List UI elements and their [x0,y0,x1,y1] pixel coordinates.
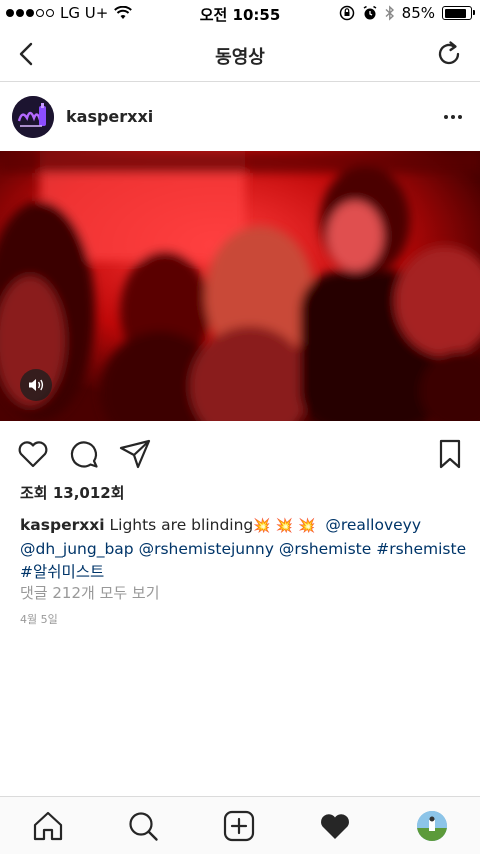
post-date: 4월 5일 [20,613,58,626]
home-tab-icon[interactable] [31,809,65,843]
collision-emoji-icon: 💥 [253,518,271,534]
view-count: 조회 13,012회 [20,484,125,502]
video-player[interactable] [0,151,480,421]
mention-link[interactable]: @rshemistejunny [139,540,274,558]
battery-percent: 85% [401,4,435,22]
like-button[interactable] [16,437,50,471]
video-frame [0,151,480,421]
status-icons: 85% [339,4,475,22]
refresh-button[interactable] [434,39,464,69]
hashtag-link[interactable]: #rshemiste [376,540,466,558]
share-button[interactable] [118,437,152,471]
profile-avatar-icon [417,811,447,841]
view-all-comments-link[interactable]: 댓글 212개 모두 보기 [20,582,160,603]
more-options-icon[interactable] [444,115,462,119]
sound-toggle-button[interactable] [20,369,52,401]
avatar-logo-icon [12,96,54,138]
caption-username[interactable]: kasperxxi [20,516,105,534]
caption-text: Lights are blinding [109,516,254,534]
alarm-icon [363,5,377,20]
mention-link[interactable]: @dh_jung_bap [20,540,134,558]
status-bar: LG U+ 오전 10:55 85% [0,0,480,28]
post-caption: kasperxxi Lights are blinding💥 💥 💥 @real… [20,514,470,584]
orientation-lock-icon [339,5,354,21]
mention-link[interactable]: @realloveyy [325,516,421,534]
navigation-bar: 동영상 [0,28,480,82]
bluetooth-icon [385,5,394,21]
collision-emoji-icon: 💥 [275,518,294,534]
page-title: 동영상 [215,47,265,68]
collision-emoji-icon: 💥 [298,518,316,534]
bottom-tab-bar [0,796,480,854]
speaker-icon [29,379,44,391]
profile-tab-avatar[interactable] [417,811,447,841]
mention-link[interactable]: @rshemiste [279,540,371,558]
save-bookmark-button[interactable] [433,437,467,471]
search-tab-icon[interactable] [126,809,160,843]
post-actions [0,433,480,475]
add-post-tab-icon[interactable] [222,809,256,843]
user-avatar[interactable] [12,96,54,138]
hashtag-link[interactable]: #알쉬미스트 [20,563,104,581]
activity-heart-tab-icon[interactable] [318,809,352,843]
post-username[interactable]: kasperxxi [66,107,153,126]
post-header: kasperxxi [0,83,480,151]
comment-button[interactable] [67,437,101,471]
battery-icon [442,6,475,20]
